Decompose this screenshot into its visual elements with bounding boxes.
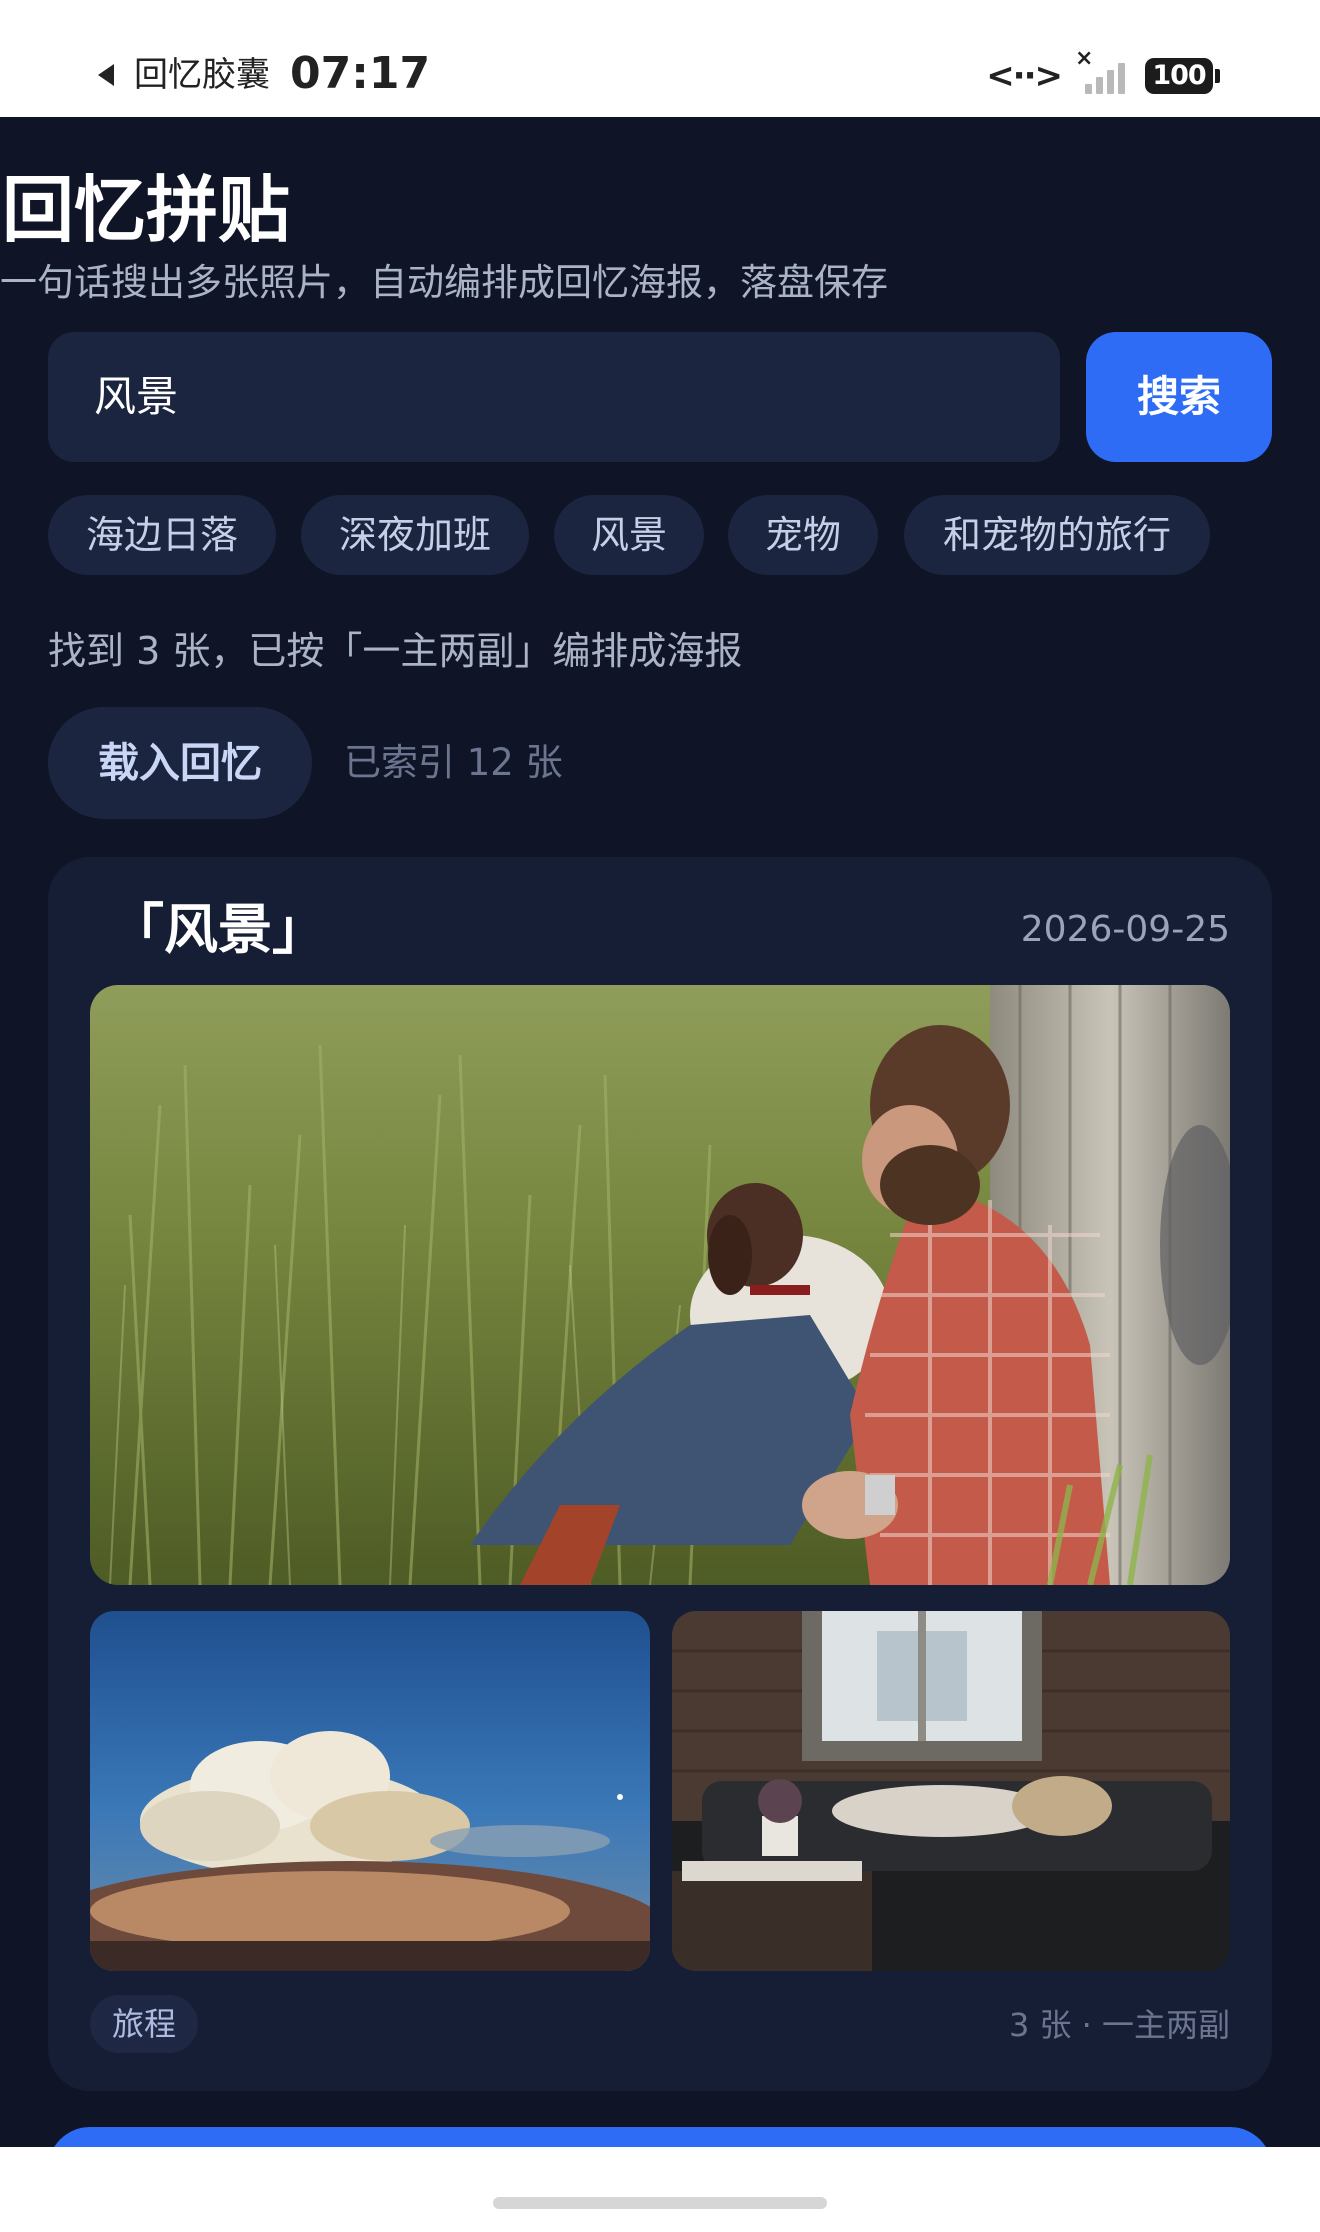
sub-photo-sofa[interactable]	[672, 1611, 1230, 1971]
search-input[interactable]: 风景	[48, 332, 1060, 462]
battery-icon: 100	[1145, 58, 1220, 94]
signal-icon: ×	[1075, 46, 1131, 98]
no-signal-mark: ×	[1075, 46, 1094, 71]
status-icons: <··> × 100	[986, 46, 1220, 102]
primary-action-button[interactable]	[48, 2127, 1272, 2147]
memory-poster-card[interactable]: 「风景」 2026-09-25 旅程 3 张 · 一主两副	[48, 857, 1272, 2091]
back-app-label[interactable]: 回忆胶囊	[134, 52, 270, 98]
suggestion-chip[interactable]: 风景	[554, 495, 704, 575]
poster-title: 「风景」	[110, 898, 326, 961]
suggestion-chip[interactable]: 海边日落	[48, 495, 276, 575]
suggestion-chip[interactable]: 宠物	[728, 495, 878, 575]
sub-photo-clouds[interactable]	[90, 1611, 650, 1971]
poster-meta: 3 张 · 一主两副	[1008, 2006, 1230, 2044]
main-photo[interactable]	[90, 985, 1230, 1585]
suggestion-chip[interactable]: 和宠物的旅行	[904, 495, 1210, 575]
result-summary: 找到 3 张，已按「一主两副」编排成海报	[48, 629, 743, 673]
load-memories-button[interactable]: 载入回忆	[48, 707, 312, 819]
back-to-app-icon[interactable]	[98, 64, 114, 86]
man-with-dog-in-grass-photo	[90, 985, 1230, 1585]
page-title: 回忆拼贴	[2, 168, 291, 252]
poster-date: 2026-09-25	[1020, 909, 1230, 950]
network-transfer-icon: <··>	[986, 56, 1063, 96]
battery-level: 100	[1145, 58, 1213, 94]
person-on-sofa-photo	[672, 1611, 1230, 1971]
page-subtitle: 一句话搜出多张照片，自动编排成回忆海报，落盘保存	[0, 261, 888, 304]
app-content: 回忆拼贴 一句话搜出多张照片，自动编排成回忆海报，落盘保存 风景 搜索 海边日落…	[0, 117, 1320, 2147]
poster-tag[interactable]: 旅程	[90, 1995, 199, 2053]
navigation-bar	[0, 2147, 1320, 2232]
indexed-count: 已索引 12 张	[344, 741, 563, 784]
status-time: 07:17	[290, 48, 431, 99]
clouds-sky-photo	[90, 1611, 650, 1971]
phone-screen: 回忆胶囊 07:17 <··> × 100 回忆拼贴 一句话搜出多张照片，自动编…	[0, 0, 1320, 2232]
status-bar: 回忆胶囊 07:17 <··> × 100	[0, 0, 1320, 117]
search-button[interactable]: 搜索	[1086, 332, 1272, 462]
home-indicator[interactable]	[493, 2197, 827, 2209]
suggestion-chip[interactable]: 深夜加班	[301, 495, 529, 575]
